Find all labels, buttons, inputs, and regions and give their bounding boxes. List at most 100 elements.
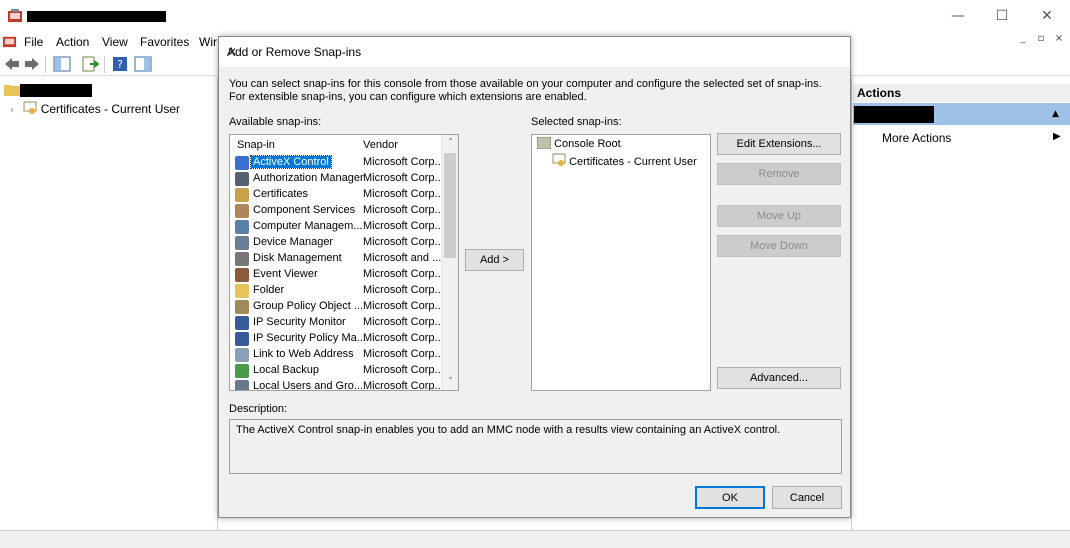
description-text: The ActiveX Control snap-in enables you … xyxy=(236,424,781,436)
list-item[interactable]: ActiveX Control Microsoft Corp... xyxy=(230,155,444,171)
console-root-folder-icon xyxy=(4,85,20,96)
list-item[interactable]: IP Security Monitor Microsoft Corp... xyxy=(230,315,444,331)
snapin-name: Computer Managem... xyxy=(253,220,363,232)
description-label: Description: xyxy=(229,403,288,415)
scroll-up-icon[interactable]: ˄ xyxy=(442,135,458,151)
snapin-vendor: Microsoft Corp... xyxy=(363,188,444,200)
snapin-name: Link to Web Address xyxy=(253,348,354,360)
certificate-icon xyxy=(552,153,566,166)
selected-snapins-tree[interactable]: Console Root Certificates - Current User xyxy=(531,134,711,391)
ipsec-monitor-icon xyxy=(235,316,249,330)
snapin-name: Folder xyxy=(253,284,285,296)
certificate-icon xyxy=(23,101,37,114)
collapse-up-icon[interactable]: ▲ xyxy=(1052,109,1059,119)
column-header-vendor[interactable]: Vendor xyxy=(363,139,398,151)
show-hide-action-pane-icon[interactable] xyxy=(134,56,152,72)
more-actions-item[interactable]: More Actions xyxy=(882,131,951,145)
certificate-icon xyxy=(235,188,249,202)
list-item[interactable]: Link to Web Address Microsoft Corp... xyxy=(230,347,444,363)
list-item[interactable]: Computer Managem... Microsoft Corp... xyxy=(230,219,444,235)
show-hide-tree-icon[interactable] xyxy=(53,56,71,72)
snapin-vendor: Microsoft Corp... xyxy=(363,156,444,168)
list-item[interactable]: Group Policy Object ... Microsoft Corp... xyxy=(230,299,444,315)
svg-text:?: ? xyxy=(117,58,123,71)
ok-button[interactable]: OK xyxy=(695,486,765,509)
snapin-vendor: Microsoft Corp... xyxy=(363,380,444,391)
snapin-name: ActiveX Control xyxy=(250,155,332,169)
remove-button[interactable]: Remove xyxy=(717,163,841,185)
snapin-name: Local Backup xyxy=(253,364,320,376)
console-root-icon xyxy=(536,136,552,150)
scroll-down-icon[interactable]: ˅ xyxy=(442,374,458,390)
snapin-vendor: Microsoft Corp... xyxy=(363,348,444,360)
help-icon[interactable]: ? xyxy=(111,56,129,72)
computer-icon xyxy=(235,220,249,234)
snapin-name: Certificates xyxy=(253,188,309,200)
list-item[interactable]: Component Services Microsoft Corp... xyxy=(230,203,444,219)
tree-item-certificates[interactable]: › Certificates - Current User xyxy=(10,101,180,116)
console-root-redacted[interactable] xyxy=(20,84,92,97)
move-down-button[interactable]: Move Down xyxy=(717,235,841,257)
list-scrollbar[interactable]: ˄ ˅ xyxy=(441,135,458,390)
cancel-button[interactable]: Cancel xyxy=(772,486,842,509)
list-item[interactable]: Disk Management Microsoft and ... xyxy=(230,251,442,267)
actions-pane xyxy=(851,78,1070,530)
mdi-close-icon[interactable]: × xyxy=(1052,33,1066,47)
menu-favorites[interactable]: Favorites xyxy=(140,35,189,49)
snapin-vendor: Microsoft Corp... xyxy=(363,236,444,248)
add-remove-snapins-dialog: Add or Remove Snap-ins ✕ You can select … xyxy=(218,36,851,518)
list-item[interactable]: Folder Microsoft Corp... xyxy=(230,283,444,299)
column-header-snapin[interactable]: Snap-in xyxy=(237,139,275,151)
list-item[interactable]: Device Manager Microsoft Corp... xyxy=(230,235,444,251)
back-arrow-icon[interactable] xyxy=(3,56,21,72)
activex-icon xyxy=(235,156,249,170)
menu-window[interactable]: Wir xyxy=(199,35,217,49)
users-icon xyxy=(235,380,249,390)
list-item[interactable]: Local Backup Microsoft Corp... xyxy=(230,363,444,379)
snapin-name: Device Manager xyxy=(253,236,334,248)
export-list-icon[interactable] xyxy=(81,56,99,72)
scroll-thumb[interactable] xyxy=(444,153,456,258)
mdi-restore-icon[interactable]: ▫ xyxy=(1034,33,1048,47)
selected-snapins-label: Selected snap-ins: xyxy=(531,116,622,128)
link-icon xyxy=(235,348,249,362)
forward-arrow-icon[interactable] xyxy=(23,56,41,72)
status-bar xyxy=(0,530,1070,548)
snapin-vendor: Microsoft and ... xyxy=(363,252,442,264)
menu-action[interactable]: Action xyxy=(56,35,89,49)
maximize-button[interactable]: ☐ xyxy=(987,6,1017,26)
window-title-redacted xyxy=(27,11,166,22)
snapin-name: Disk Management xyxy=(253,252,342,264)
move-up-button[interactable]: Move Up xyxy=(717,205,841,227)
event-icon xyxy=(235,268,249,282)
snapin-name: IP Security Monitor xyxy=(253,316,346,328)
certificates-label: Certificates - Current User xyxy=(569,156,697,168)
list-item[interactable]: Event Viewer Microsoft Corp... xyxy=(230,267,444,283)
list-item[interactable]: Local Users and Gro... Microsoft Corp... xyxy=(230,379,444,391)
folder-icon xyxy=(235,284,249,298)
snapin-name: Local Users and Gro... xyxy=(253,380,364,391)
advanced-button[interactable]: Advanced... xyxy=(717,367,841,389)
snapin-vendor: Microsoft Corp... xyxy=(363,204,444,216)
list-item[interactable]: Authorization Manager Microsoft Corp... xyxy=(230,171,444,187)
available-snapins-list[interactable]: Snap-in Vendor ActiveX Control Microsoft … xyxy=(229,134,459,391)
minimize-button[interactable]: — xyxy=(943,6,973,26)
authorization-icon xyxy=(235,172,249,186)
component-icon xyxy=(235,204,249,218)
menu-view[interactable]: View xyxy=(102,35,128,49)
edit-extensions-button[interactable]: Edit Extensions... xyxy=(717,133,841,155)
mdi-minimize-icon[interactable]: _ xyxy=(1016,33,1030,47)
close-window-button[interactable]: ✕ xyxy=(1032,6,1062,26)
dialog-intro-text: You can select snap-ins for this console… xyxy=(229,78,822,103)
menu-file[interactable]: File xyxy=(24,35,43,49)
dialog-close-icon[interactable]: ✕ xyxy=(227,45,840,59)
snapin-vendor: Microsoft Corp... xyxy=(363,284,444,296)
list-item[interactable]: Certificates Microsoft Corp... xyxy=(230,187,444,203)
snapin-vendor: Microsoft Corp... xyxy=(363,220,444,232)
selected-console-root[interactable]: Console Root xyxy=(536,136,621,150)
add-button[interactable]: Add > xyxy=(465,249,524,271)
selected-certificates[interactable]: Certificates - Current User xyxy=(552,153,697,168)
expand-chevron-icon[interactable]: › xyxy=(10,105,14,116)
dialog-titlebar: Add or Remove Snap-ins ✕ xyxy=(219,37,850,67)
list-item[interactable]: IP Security Policy Ma... Microsoft Corp..… xyxy=(230,331,444,347)
